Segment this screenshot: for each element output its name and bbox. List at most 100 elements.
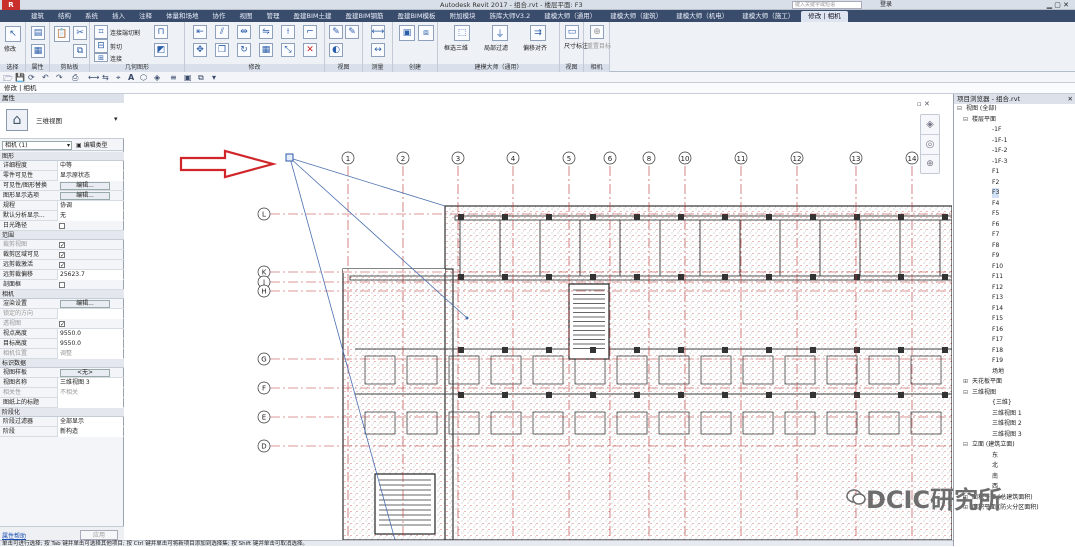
- prop-value[interactable]: 中等: [57, 161, 123, 171]
- sync-icon[interactable]: ⟳: [28, 73, 35, 82]
- tab-3[interactable]: 插入: [105, 11, 132, 22]
- zoom-icon[interactable]: ⊕: [921, 155, 939, 173]
- edit-type-button[interactable]: ▣ 编辑类型: [76, 141, 108, 150]
- prop-checkbox[interactable]: ✓: [59, 242, 65, 249]
- tab-5[interactable]: 体量和场地: [159, 11, 206, 22]
- tree-expander-icon[interactable]: ⊞: [963, 377, 968, 387]
- override-icon[interactable]: ✎: [345, 25, 359, 39]
- prop-section-2[interactable]: 相机: [0, 290, 124, 299]
- tab-9[interactable]: 盈建BIM土建: [287, 11, 339, 22]
- section-icon[interactable]: ◈: [154, 73, 160, 82]
- dimension-frame-icon[interactable]: ▭: [565, 25, 579, 39]
- prop-value[interactable]: 协调: [57, 201, 123, 211]
- tab-17[interactable]: 建模大师（施工）: [735, 11, 801, 22]
- browser-3d-view-item[interactable]: 三维视图 2: [992, 419, 1022, 429]
- align-icon[interactable]: ⇤: [193, 25, 207, 39]
- save-icon[interactable]: 💾: [15, 73, 25, 82]
- browser-close-icon[interactable]: ✕: [1068, 94, 1073, 104]
- prop-value[interactable]: 25623.7: [57, 270, 123, 280]
- browser-level-item[interactable]: F2: [992, 178, 999, 188]
- revit-logo-icon[interactable]: R: [2, 0, 20, 10]
- browser-level-item[interactable]: F7: [992, 230, 999, 240]
- offset-align-icon[interactable]: ⇉: [530, 25, 546, 41]
- paste-icon[interactable]: 📋: [54, 26, 70, 42]
- browser-level-item[interactable]: F6: [992, 220, 999, 230]
- tree-expander-icon[interactable]: ⊟: [963, 115, 968, 125]
- tab-18[interactable]: 修改 | 相机: [801, 11, 848, 22]
- browser-3d-view-item[interactable]: {三维}: [992, 398, 1012, 408]
- move-icon[interactable]: ✥: [193, 43, 207, 57]
- browser-ceiling-plans[interactable]: 天花板平面: [972, 377, 1002, 387]
- undo-icon[interactable]: ↶: [42, 73, 49, 82]
- browser-3d-view-item[interactable]: 三维视图 3: [992, 430, 1022, 440]
- array-icon[interactable]: ▦: [259, 43, 273, 57]
- tree-expander-icon[interactable]: ⊟: [963, 388, 968, 398]
- prop-edit-button[interactable]: <无>: [60, 369, 110, 377]
- prop-checkbox[interactable]: ✓: [59, 321, 65, 328]
- tab-1[interactable]: 结构: [51, 11, 78, 22]
- prop-section-3[interactable]: 标识数据: [0, 359, 124, 368]
- hide-icon[interactable]: ◐: [329, 43, 343, 57]
- browser-level-item[interactable]: F15: [992, 314, 1003, 324]
- tab-6[interactable]: 协作: [206, 11, 233, 22]
- browser-level-item[interactable]: F17: [992, 335, 1003, 345]
- browser-level-item[interactable]: -1F-1: [992, 136, 1007, 146]
- join-cut-icon[interactable]: ⌗: [94, 25, 108, 39]
- modify-arrow-icon[interactable]: ↖: [5, 26, 21, 42]
- browser-level-item[interactable]: F14: [992, 304, 1003, 314]
- search-input[interactable]: 键入关键字或短语: [792, 1, 862, 9]
- prop-value[interactable]: 无: [57, 211, 123, 221]
- prop-section-0[interactable]: 图形: [0, 152, 124, 161]
- text-icon[interactable]: A: [128, 73, 134, 82]
- copy-elem-icon[interactable]: ❐: [215, 43, 229, 57]
- rotate-icon[interactable]: ↻: [237, 43, 251, 57]
- navigation-bar[interactable]: ◈ ◎ ⊕: [920, 114, 940, 174]
- prop-value[interactable]: 全部显示: [57, 417, 123, 427]
- browser-level-item[interactable]: F1: [992, 167, 999, 177]
- browser-level-item[interactable]: F10: [992, 262, 1003, 272]
- prop-checkbox[interactable]: [59, 282, 65, 288]
- tab-7[interactable]: 视图: [233, 11, 260, 22]
- browser-level-item[interactable]: F12: [992, 283, 1003, 293]
- view3d-icon[interactable]: ⬡: [140, 73, 147, 82]
- tab-16[interactable]: 建模大师（机电）: [669, 11, 735, 22]
- view-close-icon[interactable]: ▫ ✕: [917, 100, 930, 108]
- light-bulb-icon[interactable]: ✎: [329, 25, 343, 39]
- type-selector[interactable]: ⌂ 三维视图 ▾: [0, 103, 124, 139]
- redo-icon[interactable]: ↷: [56, 73, 63, 82]
- browser-floor-plans[interactable]: 楼层平面: [972, 115, 996, 125]
- browser-level-item[interactable]: F9: [992, 251, 999, 261]
- create-group-icon[interactable]: ⧈: [418, 25, 434, 41]
- delete-icon[interactable]: ✕: [303, 43, 317, 57]
- prop-value[interactable]: 调整: [57, 349, 123, 359]
- prop-section-4[interactable]: 阶段化: [0, 408, 124, 417]
- prop-value[interactable]: 显示原状态: [57, 171, 123, 181]
- browser-3d-view-item[interactable]: 三维视图 1: [992, 409, 1022, 419]
- tab-13[interactable]: 族库大师V3.2: [482, 11, 537, 22]
- cut-icon[interactable]: ✂: [73, 26, 87, 40]
- browser-root[interactable]: 视图 (全部): [966, 104, 997, 114]
- local-filter-icon[interactable]: ⏚: [492, 25, 508, 41]
- tree-expander-icon[interactable]: ⊟: [957, 104, 962, 114]
- browser-3d-views[interactable]: 三维视图: [972, 388, 996, 398]
- instance-selector[interactable]: 相机 (1) ▾: [2, 141, 72, 150]
- reset-target-icon[interactable]: ⊕: [590, 25, 604, 39]
- tab-2[interactable]: 系统: [78, 11, 105, 22]
- mirror-axis-icon[interactable]: ⇹: [237, 25, 251, 39]
- browser-elevation-item[interactable]: 北: [992, 461, 998, 471]
- tag-icon[interactable]: ⌖: [116, 73, 121, 83]
- dimension-tool-icon[interactable]: ⇆: [102, 73, 109, 82]
- box-3d-icon[interactable]: ⬚: [454, 25, 470, 41]
- browser-level-item[interactable]: F3: [992, 188, 1000, 198]
- close-hidden-icon[interactable]: ▣: [184, 73, 192, 82]
- prop-edit-button[interactable]: 编辑...: [60, 300, 110, 308]
- trim-icon[interactable]: ⌐: [303, 25, 317, 39]
- tab-0[interactable]: 建筑: [24, 11, 51, 22]
- qat-dropdown-icon[interactable]: ▾: [212, 73, 216, 82]
- join-icon[interactable]: ⊞: [94, 53, 108, 62]
- cut-geometry-icon[interactable]: ⊟: [94, 39, 108, 53]
- properties-icon[interactable]: ▤: [31, 26, 45, 40]
- browser-level-item[interactable]: 场地: [992, 367, 1004, 377]
- mirror-draw-icon[interactable]: ⇋: [259, 25, 273, 39]
- offset-icon[interactable]: ⫽: [215, 25, 229, 39]
